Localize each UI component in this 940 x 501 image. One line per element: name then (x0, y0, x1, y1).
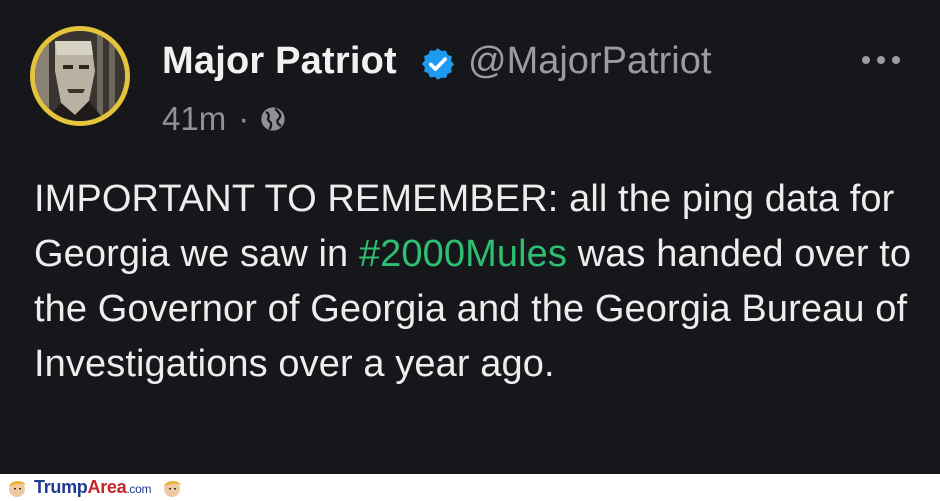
author-name[interactable]: Major Patriot (162, 40, 397, 83)
author-handle[interactable]: @MajorPatriot (468, 40, 711, 83)
post-meta: 41m · (162, 100, 287, 138)
watermark-part2: Area (87, 477, 127, 497)
more-options-icon[interactable] (862, 52, 902, 68)
watermark-part3: .com (126, 482, 152, 496)
watermark-text: TrumpArea.com (34, 477, 151, 498)
avatar[interactable] (30, 26, 130, 126)
timestamp[interactable]: 41m (162, 100, 226, 138)
meta-separator: · (238, 100, 250, 137)
trumparea-logo-icon (9, 480, 26, 497)
hashtag-link[interactable]: #2000Mules (359, 233, 567, 275)
verified-badge-icon (421, 48, 455, 80)
post-text: IMPORTANT TO REMEMBER: all the ping data… (34, 172, 914, 392)
watermark-bar: TrumpArea.com (0, 474, 940, 501)
post-card: Major Patriot @MajorPatriot 41m · IMPORT… (0, 0, 940, 474)
trumparea-logo-icon (164, 480, 182, 497)
globe-icon (261, 107, 285, 131)
watermark-part1: Trump (34, 477, 88, 497)
avatar-portrait-icon (35, 31, 125, 121)
